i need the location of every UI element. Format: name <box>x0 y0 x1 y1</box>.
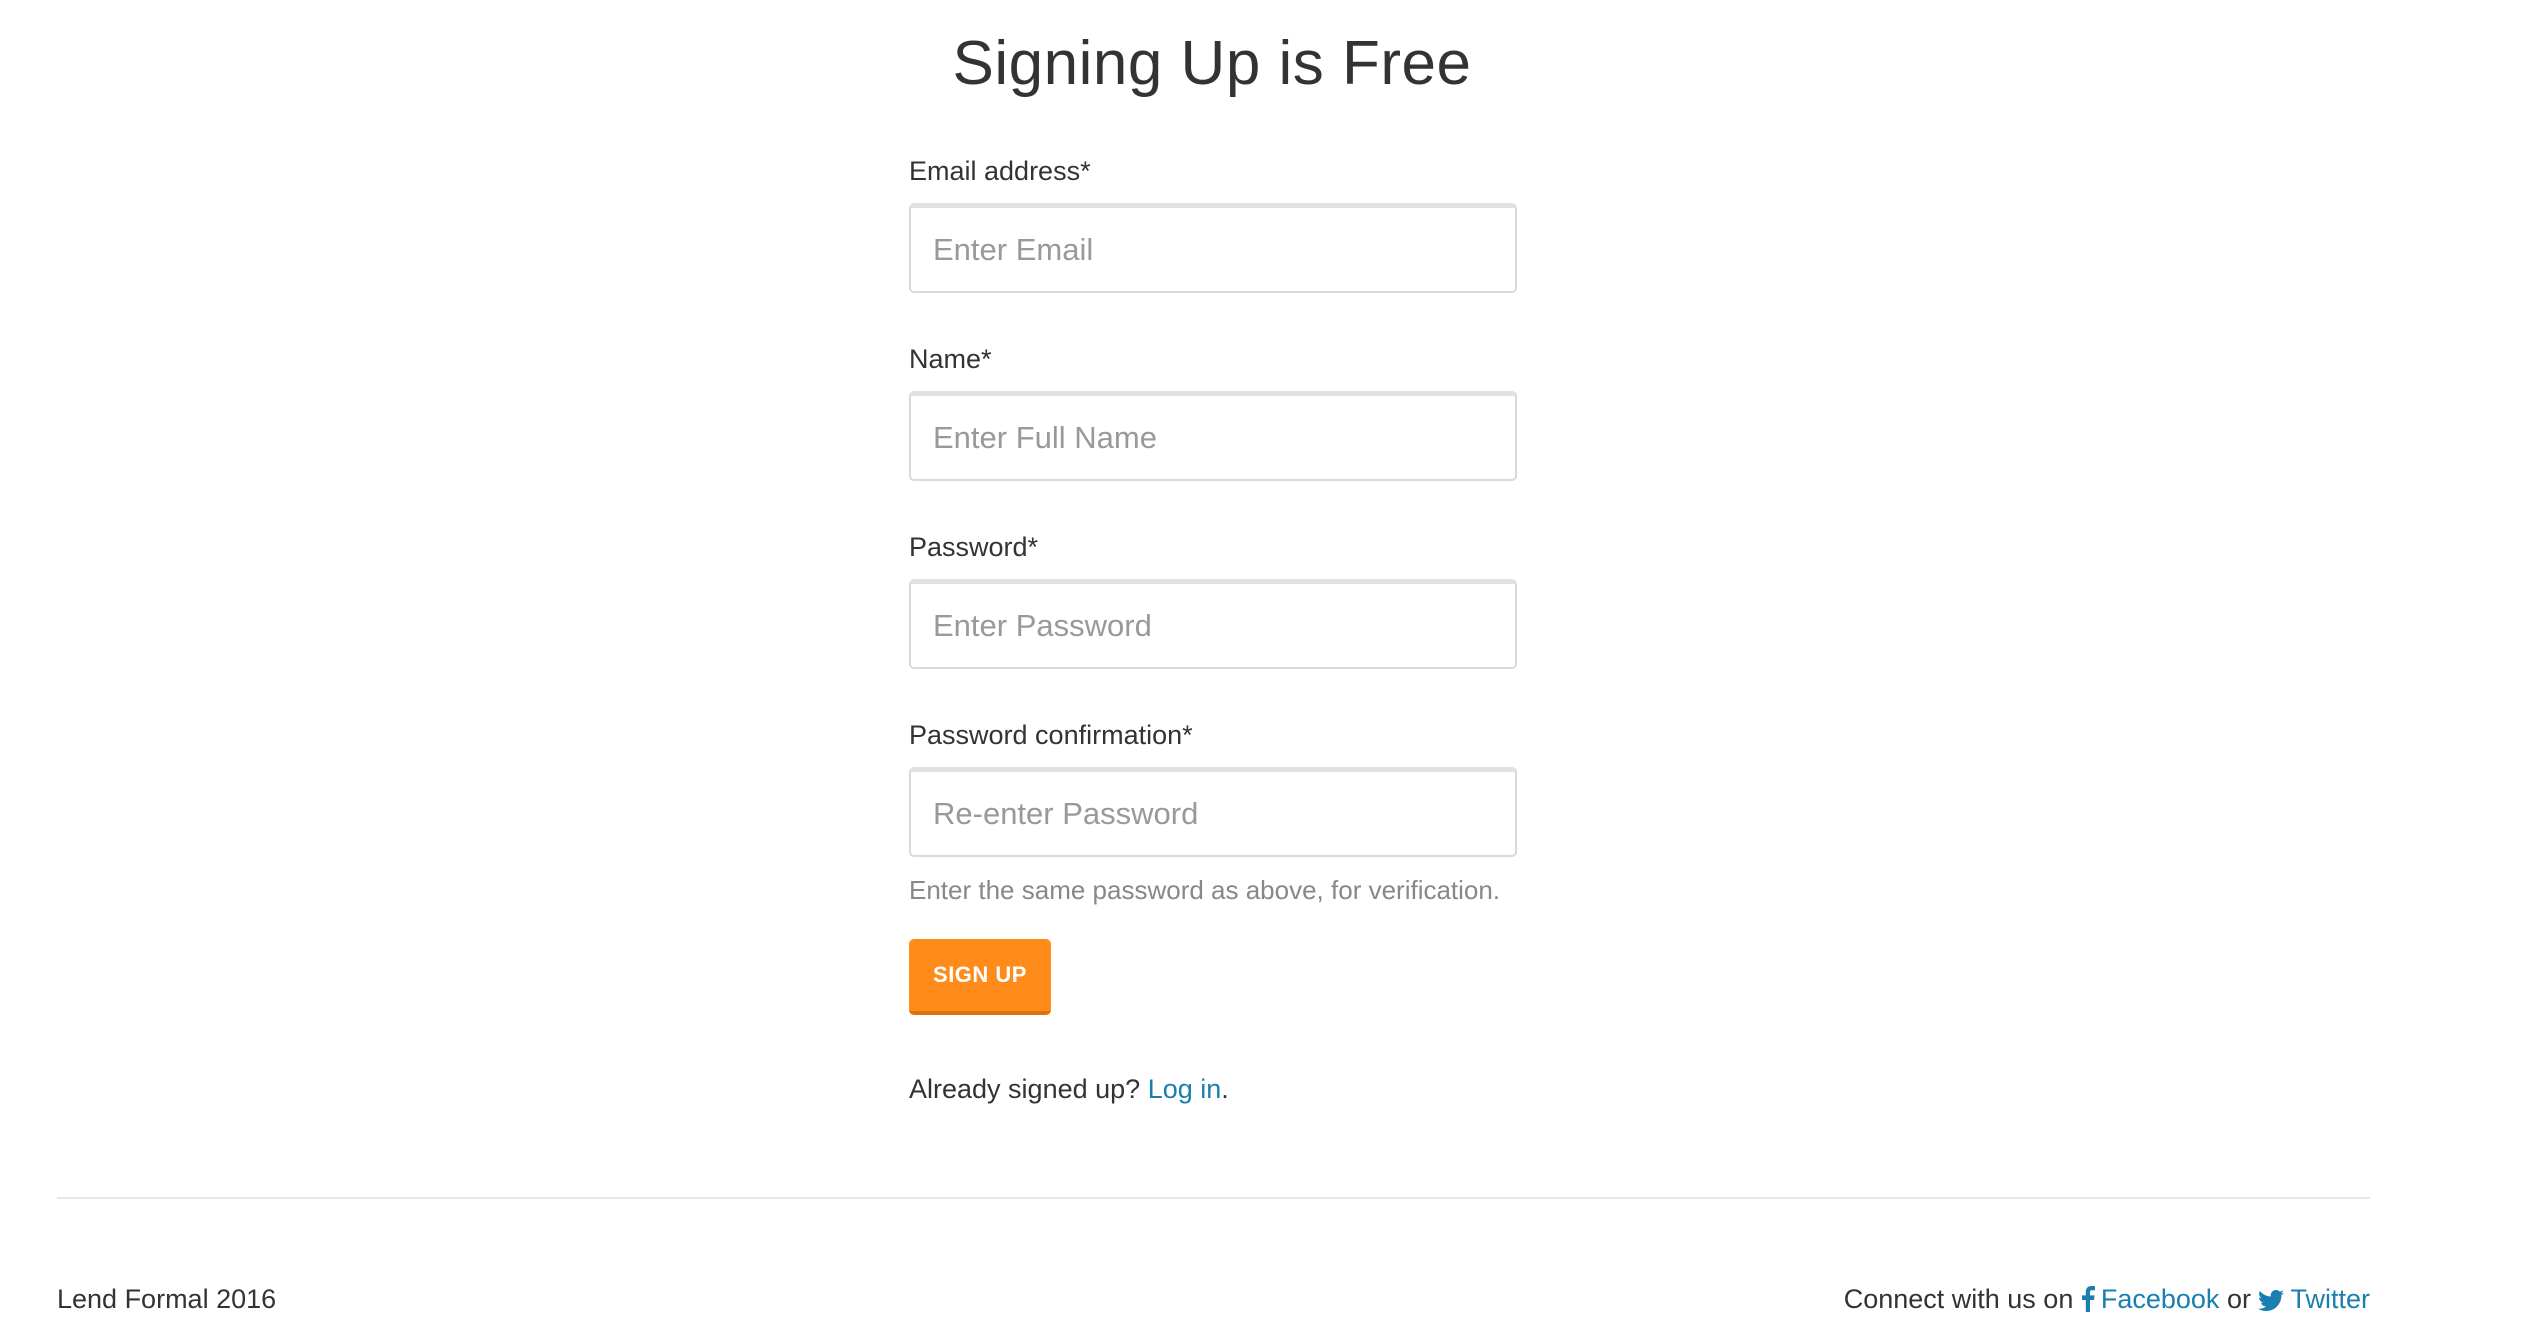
facebook-label: Facebook <box>2100 1284 2220 1314</box>
footer-social: Connect with us on Facebook or Twitter <box>1844 1279 2370 1323</box>
email-group: Email address* <box>909 150 1519 293</box>
footer-copyright: Lend Formal 2016 <box>57 1284 277 1314</box>
twitter-label: Twitter <box>2290 1284 2370 1314</box>
password-confirmation-help: Enter the same password as above, for ve… <box>909 875 1501 905</box>
password-field[interactable] <box>909 579 1517 669</box>
facebook-link[interactable]: Facebook <box>2081 1284 2220 1314</box>
password-confirmation-label: Password confirmation* <box>909 720 1193 750</box>
login-prompt-suffix: . <box>1221 1074 1229 1104</box>
name-field[interactable] <box>909 391 1517 481</box>
footer-divider <box>57 1197 2370 1199</box>
log-in-link[interactable]: Log in <box>1148 1074 1222 1104</box>
email-field[interactable] <box>909 203 1517 293</box>
password-confirmation-field[interactable] <box>909 767 1517 857</box>
password-group: Password* <box>909 526 1519 669</box>
password-label: Password* <box>909 532 1039 562</box>
or-text: or <box>2226 1284 2251 1314</box>
twitter-icon <box>2258 1283 2285 1323</box>
twitter-link[interactable]: Twitter <box>2258 1284 2370 1314</box>
login-prompt-text: Already signed up? <box>909 1074 1141 1104</box>
name-group: Name* <box>909 338 1519 481</box>
connect-text: Connect with us on <box>1843 1284 2074 1314</box>
sign-up-button[interactable]: SIGN UP <box>909 939 1051 1015</box>
name-label: Name* <box>909 344 992 374</box>
login-prompt: Already signed up? Log in. <box>909 1069 1519 1109</box>
email-label: Email address* <box>909 156 1091 186</box>
signup-form: Email address* Name* Password* Password … <box>909 150 1519 1109</box>
facebook-icon <box>2081 1283 2095 1323</box>
password-confirmation-group: Password confirmation* Enter the same pa… <box>909 714 1519 909</box>
page-title: Signing Up is Free <box>952 29 1472 98</box>
